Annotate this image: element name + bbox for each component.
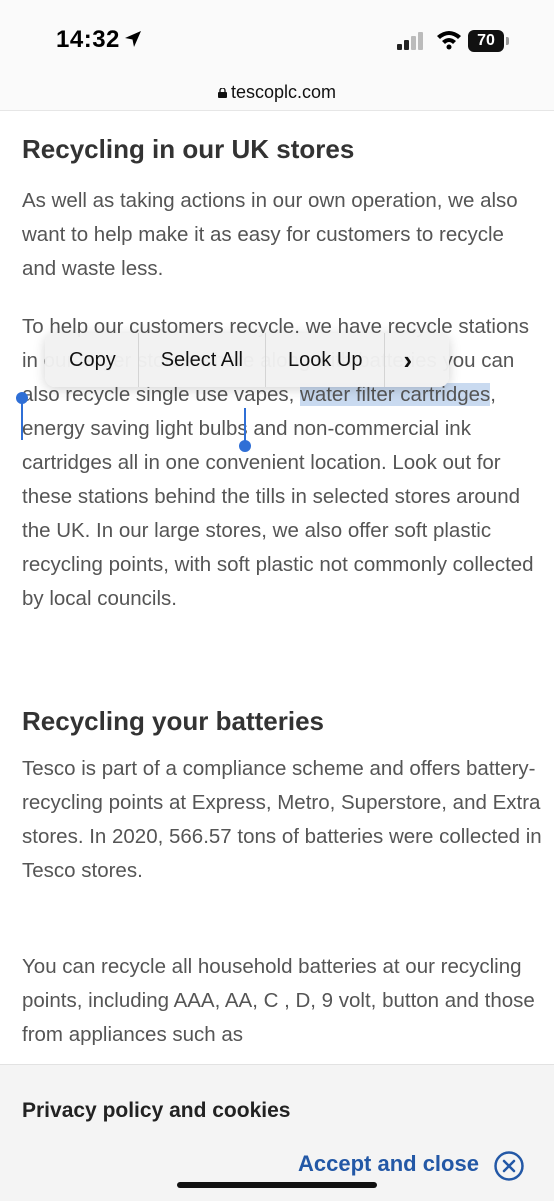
cookie-banner-title: Privacy policy and cookies bbox=[22, 1099, 291, 1122]
paragraph: As well as taking actions in our own ope… bbox=[22, 189, 518, 280]
cookie-banner: Privacy policy and cookies Accept and cl… bbox=[0, 1064, 554, 1201]
location-arrow-icon bbox=[125, 31, 141, 47]
battery-icon: 70 bbox=[468, 30, 504, 52]
close-icon[interactable] bbox=[494, 1151, 524, 1181]
wifi-icon bbox=[437, 31, 461, 50]
section-heading-recycling-stores: Recycling in our UK stores bbox=[22, 134, 355, 164]
status-bar: 14:32 70 bbox=[0, 0, 554, 80]
status-time: 14:32 bbox=[56, 26, 120, 53]
section-heading-batteries: Recycling your batteries bbox=[22, 706, 324, 736]
copy-button[interactable]: Copy bbox=[45, 333, 139, 387]
address-bar[interactable]: tescoplc.com bbox=[0, 80, 554, 111]
more-options-chevron-icon[interactable]: › bbox=[385, 333, 430, 387]
select-all-button[interactable]: Select All bbox=[139, 333, 266, 387]
selection-end-handle-knob[interactable] bbox=[239, 440, 251, 452]
text-selection-menu: Copy Select All Look Up › bbox=[45, 333, 449, 387]
selection-start-handle-knob[interactable] bbox=[16, 392, 28, 404]
cellular-signal-icon bbox=[397, 30, 427, 50]
look-up-button[interactable]: Look Up bbox=[266, 333, 386, 387]
url-display[interactable]: tescoplc.com bbox=[0, 82, 554, 103]
accept-and-close-button[interactable]: Accept and close bbox=[298, 1151, 479, 1177]
battery-cap bbox=[506, 37, 509, 45]
home-indicator[interactable] bbox=[177, 1182, 377, 1188]
lock-icon bbox=[217, 88, 227, 99]
paragraph: You can recycle all household batteries … bbox=[22, 955, 535, 1046]
text-after-selection: , energy saving light bulbs and non-comm… bbox=[22, 383, 534, 610]
url-text: tescoplc.com bbox=[230, 82, 337, 102]
paragraph: Tesco is part of a compliance scheme and… bbox=[22, 757, 542, 882]
